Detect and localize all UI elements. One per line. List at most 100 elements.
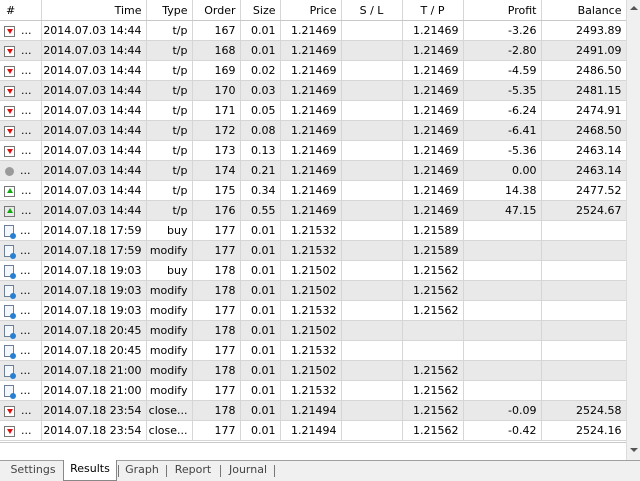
cell-order: 177 [192,220,241,241]
green-up-arrow-icon [4,205,15,217]
cell-tp: 1.21469 [402,80,464,101]
cell-price: 1.21469 [280,40,342,61]
scroll-down-icon[interactable] [630,448,638,452]
grey-dot-icon [5,166,14,176]
cell-price: 1.21469 [280,60,342,81]
table-row[interactable]: ... 2014.07.03 14:44 t/p 168 0.01 1.21469 1.21… [0,40,626,61]
cell-profit: -5.36 [463,140,542,161]
tab-journal[interactable]: Journal [225,461,271,480]
table-row[interactable]: ... 2014.07.18 19:03 modify 178 0.01 1.21502 1… [0,280,626,301]
cell-size: 0.01 [240,320,281,341]
cell-sl [341,260,403,281]
row-dots: ... [20,284,31,297]
row-dots: ... [21,184,32,197]
row-dots: ... [20,244,31,257]
cell-price: 1.21469 [280,120,342,141]
cell-price: 1.21469 [280,100,342,121]
tab-results[interactable]: Results [63,460,117,481]
table-row[interactable]: ... 2014.07.18 19:03 modify 177 0.01 1.21532 1… [0,300,626,321]
cell-balance [541,280,626,301]
cell-order: 178 [192,280,241,301]
column-header-size[interactable]: Size [240,0,281,21]
cell-time: 2014.07.18 23:54 [41,420,147,441]
table-row[interactable]: ... 2014.07.03 14:44 t/p 172 0.08 1.21469 1.21… [0,120,626,141]
cell-type: modify [146,340,193,361]
cell-price: 1.21494 [280,400,342,421]
tester-tab-bar: Settings Results Graph Report Journal [0,460,640,481]
order-document-icon [4,365,16,379]
cell-tp: 1.21469 [402,40,464,61]
table-row[interactable]: ... 2014.07.03 14:44 t/p 176 0.55 1.21469 1.21… [0,200,626,221]
cell-balance [541,380,626,401]
cell-size: 0.34 [240,180,281,201]
cell-order: 177 [192,300,241,321]
tab-settings[interactable]: Settings [6,461,60,480]
order-document-icon [4,285,16,299]
cell-tp [402,340,464,361]
cell-price: 1.21532 [280,380,342,401]
cell-profit [463,260,542,281]
table-row[interactable]: ... 2014.07.03 14:44 t/p 174 0.21 1.21469 1.21… [0,160,626,181]
cell-type: modify [146,380,193,401]
tab-separator [166,465,167,477]
table-row[interactable]: ... 2014.07.18 23:54 close... 178 0.01 1.2149… [0,400,626,421]
table-footer-bar [0,442,626,461]
cell-type: buy [146,260,193,281]
row-dots: ... [20,224,31,237]
column-header-tp[interactable]: T / P [402,0,464,21]
cell-price: 1.21469 [280,160,342,181]
row-icon-cell: ... [0,80,42,101]
vertical-scrollbar[interactable] [626,0,640,460]
column-header-type[interactable]: Type [146,0,193,21]
column-header-hash[interactable]: # [0,0,42,21]
cell-tp: 1.21469 [402,100,464,121]
tab-report[interactable]: Report [171,461,215,480]
table-row[interactable]: ... 2014.07.18 20:45 modify 177 0.01 1.21532 [0,340,626,361]
cell-time: 2014.07.18 20:45 [41,320,147,341]
column-header-balance[interactable]: Balance [541,0,626,21]
cell-balance: 2463.14 [541,140,626,161]
tab-graph[interactable]: Graph [122,461,162,480]
row-icon-cell: ... [0,200,42,221]
column-header-sl[interactable]: S / L [341,0,403,21]
table-row[interactable]: ... 2014.07.03 14:44 t/p 169 0.02 1.21469 1.21… [0,60,626,81]
table-row[interactable]: ... 2014.07.18 20:45 modify 178 0.01 1.21502 [0,320,626,341]
cell-tp: 1.21469 [402,160,464,181]
cell-tp: 1.21589 [402,220,464,241]
table-row[interactable]: ... 2014.07.18 21:00 modify 178 0.01 1.21502 1… [0,360,626,381]
order-document-icon [4,225,16,239]
cell-profit: -2.80 [463,40,542,61]
row-icon-cell: ... [0,420,42,441]
table-row[interactable]: ... 2014.07.18 17:59 modify 177 0.01 1.21532 1… [0,240,626,261]
table-row[interactable]: ... 2014.07.03 14:44 t/p 167 0.01 1.21469 1.21… [0,20,626,41]
row-icon-cell: ... [0,380,42,401]
cell-time: 2014.07.18 20:45 [41,340,147,361]
cell-balance [541,360,626,381]
cell-sl [341,240,403,261]
cell-price: 1.21494 [280,420,342,441]
column-header-price[interactable]: Price [280,0,342,21]
row-icon-cell: ... [0,220,42,241]
cell-sl [341,300,403,321]
table-row[interactable]: ... 2014.07.18 23:54 close... 177 0.01 1.2149… [0,420,626,441]
table-row[interactable]: ... 2014.07.03 14:44 t/p 175 0.34 1.21469 1.21… [0,180,626,201]
row-icon-cell: ... [0,320,42,341]
cell-order: 177 [192,380,241,401]
red-down-arrow-icon [4,25,15,37]
row-icon-cell: ... [0,40,42,61]
scroll-up-icon[interactable] [630,6,638,10]
table-row[interactable]: ... 2014.07.03 14:44 t/p 173 0.13 1.21469 1.21… [0,140,626,161]
cell-profit: -0.42 [463,420,542,441]
table-row[interactable]: ... 2014.07.18 17:59 buy 177 0.01 1.21532 1.21… [0,220,626,241]
table-row[interactable]: ... 2014.07.18 21:00 modify 177 0.01 1.21532 1… [0,380,626,401]
column-header-time[interactable]: Time [41,0,147,21]
row-dots: ... [21,204,32,217]
cell-order: 177 [192,420,241,441]
table-row[interactable]: ... 2014.07.18 19:03 buy 178 0.01 1.21502 1.21… [0,260,626,281]
column-header-order[interactable]: Order [192,0,241,21]
table-row[interactable]: ... 2014.07.03 14:44 t/p 170 0.03 1.21469 1.21… [0,80,626,101]
green-up-arrow-icon [4,185,15,197]
row-dots: ... [20,384,31,397]
table-row[interactable]: ... 2014.07.03 14:44 t/p 171 0.05 1.21469 1.21… [0,100,626,121]
column-header-profit[interactable]: Profit [463,0,542,21]
